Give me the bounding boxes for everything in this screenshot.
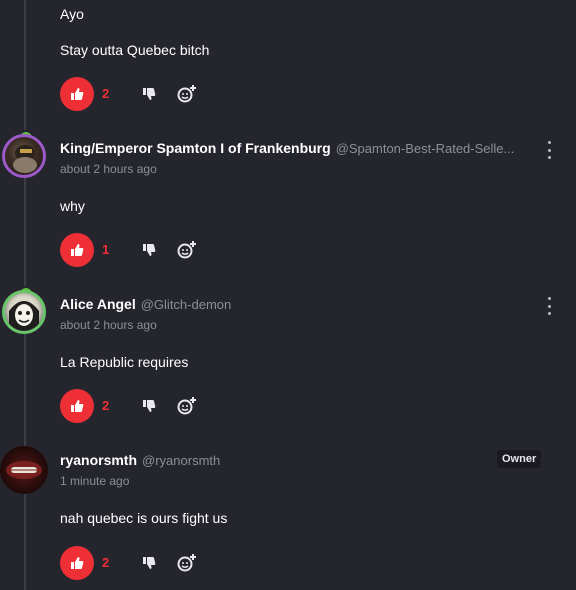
dislike-button[interactable] xyxy=(140,85,158,103)
thumbs-down-icon xyxy=(143,244,156,256)
thumbs-down-icon xyxy=(143,88,156,100)
comment-body: nah quebec is ours fight us xyxy=(60,510,228,526)
add-reaction-button[interactable] xyxy=(176,83,198,105)
comment-body: why xyxy=(60,198,85,214)
comment-header: ryanorsmth @ryanorsmth xyxy=(60,452,220,472)
author-handle[interactable]: @Spamton-Best-Rated-Selle... xyxy=(336,141,515,156)
thumbs-up-icon xyxy=(71,557,84,569)
comment-body: Ayo xyxy=(60,6,84,22)
add-reaction-button[interactable] xyxy=(176,239,198,261)
comment-timestamp: about 2 hours ago xyxy=(60,162,157,176)
comment-header: Alice Angel @Glitch-demon xyxy=(60,296,231,316)
more-options-button[interactable] xyxy=(544,297,554,315)
thumbs-down-icon xyxy=(143,400,156,412)
add-reaction-icon xyxy=(177,85,196,103)
like-button[interactable] xyxy=(60,233,94,267)
thumbs-up-icon xyxy=(71,400,84,412)
add-reaction-button[interactable] xyxy=(176,552,198,574)
thumbs-down-icon xyxy=(143,557,156,569)
like-button[interactable] xyxy=(60,546,94,580)
like-count: 2 xyxy=(102,555,110,570)
add-reaction-icon xyxy=(177,554,196,572)
author-name[interactable]: ryanorsmth xyxy=(60,452,137,468)
comment-body: La Republic requires xyxy=(60,354,189,370)
comment-thread: Ayo Stay outta Quebec bitch 2 King/Emper… xyxy=(0,0,576,590)
thumbs-up-icon xyxy=(71,88,84,100)
comment-timestamp: 1 minute ago xyxy=(60,474,130,488)
dislike-button[interactable] xyxy=(140,397,158,415)
author-handle[interactable]: @ryanorsmth xyxy=(142,453,220,468)
like-button[interactable] xyxy=(60,389,94,423)
like-count: 2 xyxy=(102,86,110,101)
comment-body-line-2: Stay outta Quebec bitch xyxy=(60,42,210,58)
avatar[interactable] xyxy=(0,446,48,494)
avatar[interactable] xyxy=(2,134,46,178)
more-options-button[interactable] xyxy=(544,141,554,159)
author-handle[interactable]: @Glitch-demon xyxy=(141,297,232,312)
author-name[interactable]: Alice Angel xyxy=(60,296,136,312)
add-reaction-icon xyxy=(177,241,196,259)
dislike-button[interactable] xyxy=(140,554,158,572)
like-count: 1 xyxy=(102,242,110,257)
owner-badge: Owner xyxy=(497,450,542,468)
author-name[interactable]: King/Emperor Spamton I of Frankenburg xyxy=(60,140,331,156)
comment-timestamp: about 2 hours ago xyxy=(60,318,157,332)
add-reaction-icon xyxy=(177,397,196,415)
like-count: 2 xyxy=(102,398,110,413)
avatar[interactable] xyxy=(2,290,46,334)
thumbs-up-icon xyxy=(71,244,84,256)
add-reaction-button[interactable] xyxy=(176,395,198,417)
dislike-button[interactable] xyxy=(140,241,158,259)
like-button[interactable] xyxy=(60,77,94,111)
comment-header: King/Emperor Spamton I of Frankenburg @S… xyxy=(60,140,514,160)
